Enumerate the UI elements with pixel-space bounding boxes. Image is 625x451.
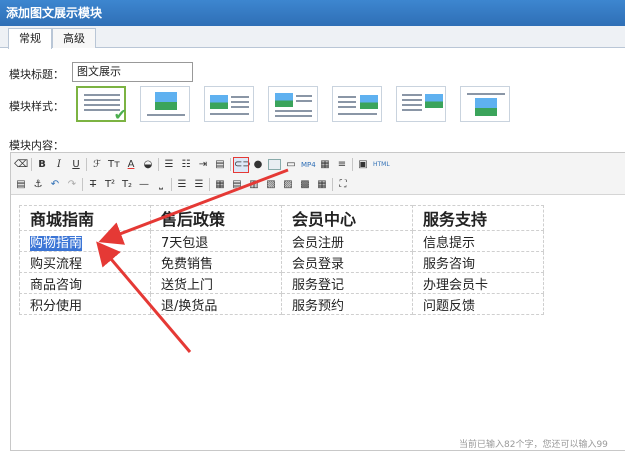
image-icon[interactable]: [268, 159, 281, 170]
style-option-image-right[interactable]: [332, 86, 382, 122]
source-icon[interactable]: ▣: [356, 158, 370, 172]
merge-icon[interactable]: ▩: [298, 178, 312, 192]
paste-icon[interactable]: ▤: [14, 178, 28, 192]
style-label: 模块样式：: [9, 100, 64, 113]
table-icon[interactable]: ▦: [318, 158, 332, 172]
table-cell[interactable]: 服务咨询: [412, 251, 544, 273]
table-cell[interactable]: 积分使用: [19, 293, 151, 315]
row-below-icon[interactable]: ▥: [247, 178, 261, 192]
highlight-icon[interactable]: ◒: [141, 158, 155, 172]
table-insert-icon[interactable]: ▦: [213, 178, 227, 192]
font-size-icon[interactable]: Tт: [107, 158, 121, 172]
title-label: 模块标题：: [9, 68, 64, 81]
style-option-image-bottom[interactable]: [460, 86, 510, 122]
rich-text-editor[interactable]: ⌫ B I U ℱ Tт A ◒ ☰ ☷ ⇥ ▤ ⊂⊃ ● ▭ MP4 ▦ ≡ …: [10, 152, 625, 451]
table-row: 积分使用 退/换货品 服务预约 问题反馈: [19, 293, 544, 315]
eraser-icon[interactable]: ⌫: [14, 158, 28, 172]
unordered-list-icon[interactable]: ☷: [179, 158, 193, 172]
underline-icon[interactable]: U: [69, 158, 83, 172]
indent-icon[interactable]: ⇥: [196, 158, 210, 172]
window-title: 添加图文展示模块: [0, 0, 625, 26]
strikethrough-icon[interactable]: T: [86, 178, 100, 192]
tab-general[interactable]: 常规: [8, 28, 52, 49]
table-cell[interactable]: 7天包退: [150, 230, 282, 252]
editor-toolbar: ⌫ B I U ℱ Tт A ◒ ☰ ☷ ⇥ ▤ ⊂⊃ ● ▭ MP4 ▦ ≡ …: [11, 153, 625, 195]
italic-icon[interactable]: I: [52, 158, 66, 172]
table-cell[interactable]: 办理会员卡: [412, 272, 544, 294]
table-header-cell[interactable]: 售后政策: [150, 205, 282, 231]
link-icon[interactable]: ⊂⊃: [233, 156, 251, 173]
style-option-text-only[interactable]: ✔: [76, 86, 127, 124]
col-right-icon[interactable]: ▨: [281, 178, 295, 192]
style-option-image-left[interactable]: [204, 86, 254, 122]
table-cell[interactable]: 问题反馈: [412, 293, 544, 315]
superscript-icon[interactable]: T²: [103, 178, 117, 192]
anchor-icon[interactable]: ⚓: [31, 178, 45, 192]
selected-text[interactable]: 购物指南: [30, 235, 83, 251]
table-cell[interactable]: 购物指南: [19, 230, 151, 252]
style-option-image-top[interactable]: [140, 86, 190, 122]
style-option-image-inline[interactable]: [268, 86, 318, 122]
bold-icon[interactable]: B: [35, 158, 49, 172]
table-row: 商品咨询 送货上门 服务登记 办理会员卡: [19, 272, 544, 294]
table-cell[interactable]: 商品咨询: [19, 272, 151, 294]
title-input[interactable]: 图文展示: [72, 62, 193, 82]
table-cell[interactable]: 会员注册: [281, 230, 413, 252]
underline-blank-icon[interactable]: ⎵: [154, 178, 168, 192]
video-icon[interactable]: MP4: [301, 158, 316, 172]
table-header-cell[interactable]: 商城指南: [19, 205, 151, 231]
font-color-icon[interactable]: A: [124, 158, 138, 172]
table-cell[interactable]: 送货上门: [150, 272, 282, 294]
divider-icon[interactable]: ≡: [335, 158, 349, 172]
split-icon[interactable]: ▦: [315, 178, 329, 192]
screenshot-icon[interactable]: ▭: [284, 158, 298, 172]
qq-icon[interactable]: ●: [251, 158, 265, 172]
table-cell[interactable]: 服务登记: [281, 272, 413, 294]
tab-advanced[interactable]: 高级: [52, 28, 96, 48]
ordered-list-icon[interactable]: ☰: [162, 158, 176, 172]
hr-icon[interactable]: —: [137, 178, 151, 192]
html-icon[interactable]: HTML: [373, 158, 390, 172]
word-count: 当前已输入82个字，您还可以输入99: [459, 440, 608, 450]
table-cell[interactable]: 信息提示: [412, 230, 544, 252]
table-header-row: 商城指南 售后政策 会员中心 服务支持: [19, 205, 544, 231]
align-left-icon[interactable]: ☰: [175, 178, 189, 192]
table-header-cell[interactable]: 服务支持: [412, 205, 544, 231]
row-above-icon[interactable]: ▤: [230, 178, 244, 192]
format-painter-icon[interactable]: ℱ: [90, 158, 104, 172]
fullscreen-icon[interactable]: ⛶: [336, 178, 350, 192]
table-cell[interactable]: 购买流程: [19, 251, 151, 273]
tab-bar: 常规 高级: [0, 26, 625, 49]
justify-icon[interactable]: ▤: [213, 158, 227, 172]
style-option-image-right-small[interactable]: [396, 86, 446, 122]
table-cell[interactable]: 服务预约: [281, 293, 413, 315]
check-icon: ✔: [113, 105, 127, 124]
content-label: 模块内容：: [9, 139, 64, 152]
table-cell[interactable]: 退/换货品: [150, 293, 282, 315]
table-row: 购买流程 免费销售 会员登录 服务咨询: [19, 251, 544, 273]
align-center-icon[interactable]: ☰: [192, 178, 206, 192]
subscript-icon[interactable]: T₂: [120, 178, 134, 192]
redo-icon[interactable]: ↷: [65, 178, 79, 192]
table-cell[interactable]: 会员登录: [281, 251, 413, 273]
content-table: 商城指南 售后政策 会员中心 服务支持 购物指南 7天包退 会员注册 信息提示 …: [19, 205, 544, 315]
table-row: 购物指南 7天包退 会员注册 信息提示: [19, 230, 544, 252]
table-header-cell[interactable]: 会员中心: [281, 205, 413, 231]
undo-icon[interactable]: ↶: [48, 178, 62, 192]
table-cell[interactable]: 免费销售: [150, 251, 282, 273]
col-left-icon[interactable]: ▧: [264, 178, 278, 192]
